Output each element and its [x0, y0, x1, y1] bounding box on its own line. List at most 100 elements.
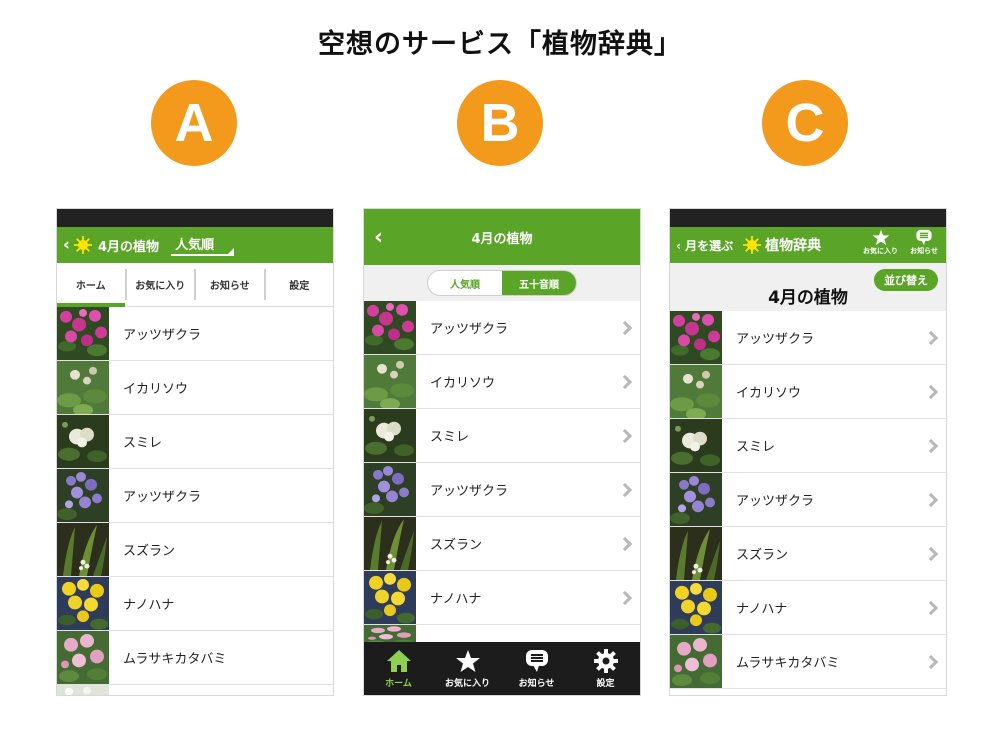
speech-bubble-icon: [916, 229, 932, 246]
plant-thumbnail-image: [57, 631, 109, 684]
sort-segmented-control: 人気順 五十音順: [427, 270, 577, 296]
plant-name: アッツザクラ: [736, 332, 815, 347]
star-icon: [455, 649, 480, 672]
plant-name: イカリソウ: [123, 382, 189, 397]
plant-thumbnail-image: [57, 469, 109, 522]
tab-settings[interactable]: 設定: [571, 642, 640, 695]
plant-list: アッツザクラ イカリソウ スミレ アッツザクラ スズラン ナノハナ ムラサキカタバミ: [57, 307, 333, 695]
plant-name: スミレ: [430, 430, 470, 445]
plant-name: イカリソウ: [736, 386, 802, 401]
plant-thumbnail-image: [57, 415, 109, 468]
favorites-label: お気に入り: [863, 247, 898, 255]
plant-name: アッツザクラ: [123, 490, 202, 505]
plant-thumbnail-image: [364, 355, 416, 408]
plant-name: スズラン: [123, 544, 176, 559]
sun-icon: [743, 236, 762, 254]
plant-thumbnail-image: [670, 635, 722, 688]
news-label: お知らせ: [910, 247, 938, 255]
list-item[interactable]: スミレ: [364, 409, 640, 463]
list-item[interactable]: ナノハナ: [57, 577, 333, 631]
tab-favorites-label: お気に入り: [444, 678, 490, 689]
gear-icon: [593, 648, 618, 673]
favorites-button[interactable]: お気に入り: [863, 229, 898, 256]
tab-news-label: お知らせ: [518, 678, 555, 689]
list-item[interactable]: スミレ: [670, 419, 946, 473]
plant-name: ナノハナ: [430, 592, 482, 607]
plant-thumbnail-image: [364, 517, 416, 570]
tab-home-label: ホーム: [385, 678, 412, 689]
plant-thumbnail-image: [364, 463, 416, 516]
star-icon: [872, 229, 889, 246]
plant-name: ムラサキカタバミ: [123, 652, 227, 667]
list-item[interactable]: スミレ: [57, 415, 333, 469]
plant-name: スズラン: [430, 538, 483, 553]
plant-thumbnail-image: [670, 419, 722, 472]
back-to-month-button[interactable]: ‹ 月を選ぶ: [676, 237, 733, 254]
list-item[interactable]: イカリソウ: [57, 361, 333, 415]
list-item[interactable]: ナノハナ: [364, 571, 640, 625]
tab-news[interactable]: お知らせ: [502, 642, 571, 695]
plant-name: アッツザクラ: [430, 484, 509, 499]
status-bar: [57, 209, 333, 227]
tab-settings[interactable]: 設定: [266, 269, 334, 300]
tab-favorites[interactable]: お気に入り: [433, 642, 502, 695]
home-icon: [386, 649, 411, 672]
list-item[interactable]: アッツザクラ: [364, 301, 640, 355]
plant-thumbnail-image: [364, 571, 416, 624]
list-item[interactable]: アッツザクラ: [57, 307, 333, 361]
list-item[interactable]: スズラン: [670, 527, 946, 581]
plant-thumbnail-image: [364, 409, 416, 462]
segment-popular[interactable]: 人気順: [428, 271, 502, 295]
sort-dropdown[interactable]: 人気順: [171, 234, 235, 256]
sort-segment-bar: 人気順 五十音順: [364, 265, 640, 301]
list-item[interactable]: スズラン: [364, 517, 640, 571]
sort-button[interactable]: 並び替え: [874, 269, 938, 291]
list-item-partial[interactable]: [57, 685, 333, 695]
badge-c: C: [762, 80, 848, 166]
plant-thumbnail-image: [670, 311, 722, 364]
plant-name: ムラサキカタバミ: [736, 656, 840, 671]
sort-dropdown-label: 人気順: [175, 238, 215, 253]
status-bar: [670, 209, 946, 227]
plant-thumbnail-image: [364, 301, 416, 354]
tab-bar: ホーム お気に入り お知らせ 設定: [57, 263, 333, 307]
list-item[interactable]: アッツザクラ: [364, 463, 640, 517]
plant-thumbnail-image: [57, 307, 109, 360]
plant-thumbnail-image: [670, 473, 722, 526]
header-bar: ‹ 月を選ぶ 植物辞典 お気に入り お知らせ: [670, 227, 946, 263]
list-item[interactable]: アッツザクラ: [670, 473, 946, 527]
list-item[interactable]: アッツザクラ: [670, 311, 946, 365]
plant-name: スミレ: [736, 440, 776, 455]
list-item[interactable]: ムラサキカタバミ: [670, 635, 946, 689]
list-item[interactable]: イカリソウ: [670, 365, 946, 419]
tab-news[interactable]: お知らせ: [196, 269, 266, 300]
tab-home[interactable]: ホーム: [364, 642, 433, 695]
phone-mockup-c: ‹ 月を選ぶ 植物辞典 お気に入り お知らせ 4月の植物 並び替え アッツザクラ…: [669, 208, 947, 696]
tab-settings-label: 設定: [596, 678, 615, 689]
app-title: 植物辞典: [765, 238, 822, 254]
phone-mockup-b: ‹ 4月の植物 人気順 五十音順 アッツザクラ イカリソウ スミレ アッツザクラ スズラ…: [363, 208, 641, 696]
plant-thumbnail-image: [57, 685, 109, 695]
plant-list: アッツザクラ イカリソウ スミレ アッツザクラ スズラン ナノハナ: [364, 301, 640, 647]
plant-thumbnail-image: [670, 527, 722, 580]
back-button[interactable]: ‹: [63, 235, 70, 255]
tab-favorites[interactable]: お気に入り: [127, 269, 196, 300]
tab-home[interactable]: ホーム: [57, 269, 127, 307]
list-heading-bar: 4月の植物 並び替え: [670, 263, 946, 311]
plant-list: アッツザクラ イカリソウ スミレ アッツザクラ スズラン ナノハナ ムラサキカタバミ: [670, 311, 946, 689]
phone-mockup-a: ‹ 4月の植物 人気順 ホーム お気に入り お知らせ 設定 アッツザクラ イカリソ…: [56, 208, 334, 696]
plant-thumbnail-image: [57, 361, 109, 414]
plant-name: アッツザクラ: [123, 328, 202, 343]
segment-alphabetical[interactable]: 五十音順: [502, 271, 576, 295]
list-item[interactable]: アッツザクラ: [57, 469, 333, 523]
plant-name: アッツザクラ: [430, 322, 509, 337]
plant-name: イカリソウ: [430, 376, 496, 391]
list-item[interactable]: ムラサキカタバミ: [57, 631, 333, 685]
plant-name: アッツザクラ: [736, 494, 815, 509]
plant-thumbnail-image: [57, 577, 109, 630]
list-item[interactable]: イカリソウ: [364, 355, 640, 409]
list-item[interactable]: ナノハナ: [670, 581, 946, 635]
list-item[interactable]: スズラン: [57, 523, 333, 577]
header-title: 4月の植物: [98, 239, 160, 255]
news-button[interactable]: お知らせ: [910, 229, 938, 256]
